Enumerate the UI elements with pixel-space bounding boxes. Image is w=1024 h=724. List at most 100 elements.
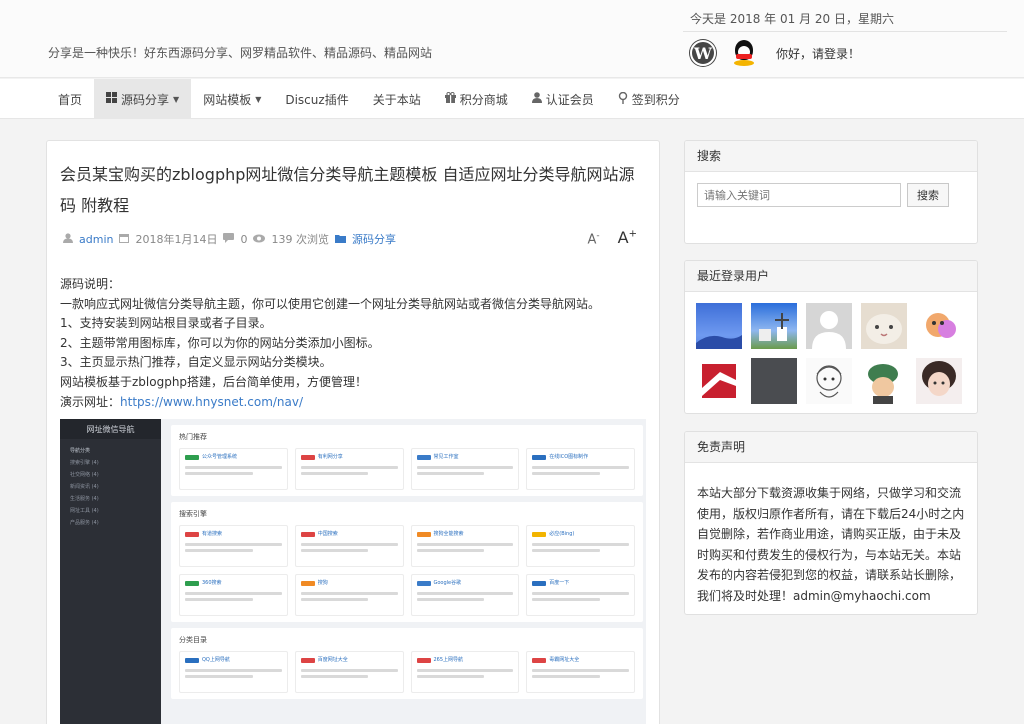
chevron-down-icon: ▼ [255,94,262,104]
avatar[interactable] [861,303,907,349]
preview-card-name: 搜狗 [317,580,328,586]
wordpress-login-icon[interactable]: W [690,40,716,66]
nav-label: 签到积分 [631,92,680,107]
body-line: 3、主页显示热门推荐，自定义显示网站分类模块。 [60,355,332,370]
author-link[interactable]: admin [79,233,113,246]
avatar[interactable] [916,358,962,404]
font-increase-letter: A [617,228,629,247]
login-area: W 你好，请登录！ [690,40,860,66]
body-line: 一款响应式网址微信分类导航主题，你可以使用它创建一个网址分类导航网站或者微信分类… [60,296,601,311]
preview-section: 搜索引擎 有道搜索 中国搜索 搜狗全能搜索 必应(Bing) 360搜索 搜狗 … [171,502,643,622]
body-line: 网站模板基于zblogphp搭建，后台简单使用，方便管理！ [60,374,368,389]
preview-card-name: 中国搜索 [317,531,338,537]
search-button[interactable]: 搜索 [907,183,949,207]
nav-item-about[interactable]: 关于本站 [361,79,433,119]
main-nav: 首页 源码分享 ▼ 网站模板 ▼ Discuz插件 关于本站 积分商城 认证会员… [46,79,692,119]
recent-users-title: 最近登录用户 [685,261,977,292]
nav-item-verified-member[interactable]: 认证会员 [520,79,606,119]
preview-card-name: 百度网址大全 [317,657,348,663]
preview-card: 搜狗全能搜索 [410,525,520,567]
preview-card: 必应(Bing) [526,525,635,567]
gift-icon [444,91,456,106]
grid-icon [106,92,118,106]
preview-card-name: 常见工作室 [433,454,459,460]
preview-menu-item: 网址工具 (4) [70,508,99,514]
preview-card: 搜狗 [294,574,404,616]
article-title: 会员某宝购买的zblogphp网址微信分类导航主题模板 自适应网址分类导航网站源… [60,165,635,215]
disclaimer-panel: 免责声明 本站大部分下载资源收集于网络，只做学习和交流使用，版权归原作者所有，请… [684,431,978,615]
avatar[interactable] [916,303,962,349]
avatar[interactable] [751,358,797,404]
nav-item-checkin-points[interactable]: 签到积分 [606,79,692,119]
disclaimer-title: 免责声明 [685,432,977,463]
calendar-icon [119,233,130,246]
preview-section-title: 分类目录 [179,636,207,644]
disclaimer-text: 本站大部分下载资源收集于网络，只做学习和交流使用，版权归原作者所有，请在下载后2… [697,486,965,603]
preview-card-name: QQ上网导航 [202,657,230,663]
preview-card: 常见工作室 [410,448,520,490]
preview-card-name: 百度一下 [549,580,570,586]
preview-card-name: 360搜索 [202,580,222,586]
preview-card: 有道搜索 [179,525,288,567]
nav-label: 积分商城 [459,92,508,107]
preview-card-name: 搜狗全能搜索 [433,531,464,537]
avatar[interactable] [806,303,852,349]
preview-menu-item: 新闻资讯 (4) [70,484,99,490]
preview-card-name: 有利网分享 [317,454,343,460]
preview-card: 百度一下 [526,574,635,616]
qq-login-icon[interactable] [732,40,756,66]
preview-main: 热门推荐 公众号管理系统 有利网分享 常见工作室 在线ICO图标制作 搜索引擎 … [171,425,643,705]
article-body: 源码说明： 一款响应式网址微信分类导航主题，你可以使用它创建一个网址分类导航网站… [60,275,600,412]
nav-item-source-share[interactable]: 源码分享 ▼ [94,79,192,119]
preview-card: 毒霸网址大全 [526,651,635,693]
avatar[interactable] [696,358,742,404]
preview-section-title: 搜索引擎 [179,510,207,518]
search-panel-title: 搜索 [685,141,977,172]
avatar[interactable] [861,358,907,404]
demo-line: 演示网址：https://www.hnysnet.com/nav/ [60,393,600,413]
preview-card-name: 公众号管理系统 [202,454,238,460]
font-increase-sign: + [628,228,637,240]
main-nav-bar: 首页 源码分享 ▼ 网站模板 ▼ Discuz插件 关于本站 积分商城 认证会员… [0,79,1024,119]
font-increase-button[interactable]: A+ [618,228,637,247]
preview-menu: 导航分类 搜索引擎 (4) 社交网络 (4) 新闻资讯 (4) 生活服务 (4)… [60,445,161,529]
recent-users-panel: 最近登录用户 [684,260,978,414]
demo-url-link[interactable]: https://www.hnysnet.com/nav/ [120,395,303,409]
preview-menu-item: 社交网络 (4) [70,472,99,478]
avatar[interactable] [806,358,852,404]
preview-card: 百度网址大全 [294,651,404,693]
post-date: 2018年1月14日 [135,233,218,246]
chevron-down-icon: ▼ [173,94,180,104]
preview-card: 中国搜索 [294,525,404,567]
font-decrease-button[interactable]: A- [588,231,600,247]
nav-label: 网站模板 [203,92,252,107]
search-input[interactable] [697,183,901,207]
preview-card-name: 265上网导航 [433,657,464,663]
avatar[interactable] [696,303,742,349]
preview-card-name: 必应(Bing) [549,531,575,537]
nav-item-points-mall[interactable]: 积分商城 [433,79,520,119]
nav-label: Discuz插件 [285,92,349,107]
demo-label: 演示网址： [60,394,121,409]
view-count: 139 次浏览 [271,233,329,246]
nav-item-site-templates[interactable]: 网站模板 ▼ [191,79,273,119]
pin-icon [618,91,628,107]
preview-menu-item: 生活服务 (4) [70,496,99,502]
nav-item-home[interactable]: 首页 [46,79,94,119]
comment-count: 0 [240,232,248,246]
login-link[interactable]: 你好，请登录！ [776,45,860,62]
category-link[interactable]: 源码分享 [352,231,396,247]
preview-sidebar: 网址微信导航 导航分类 搜索引擎 (4) 社交网络 (4) 新闻资讯 (4) 生… [60,419,161,724]
preview-menu-item: 搜索引擎 (4) [70,460,99,466]
current-date: 今天是 2018 年 01 月 20 日，星期六 [690,12,894,26]
search-panel: 搜索 搜索 [684,140,978,244]
preview-card-name: 有道搜索 [202,531,223,537]
nav-item-discuz-plugins[interactable]: Discuz插件 [273,79,360,119]
eye-icon [253,233,266,246]
avatar[interactable] [751,303,797,349]
preview-card: QQ上网导航 [179,651,288,693]
nav-label: 首页 [58,92,83,107]
preview-card: 在线ICO图标制作 [526,448,635,490]
nav-label: 关于本站 [372,92,421,107]
body-line: 源码说明： [60,277,121,291]
